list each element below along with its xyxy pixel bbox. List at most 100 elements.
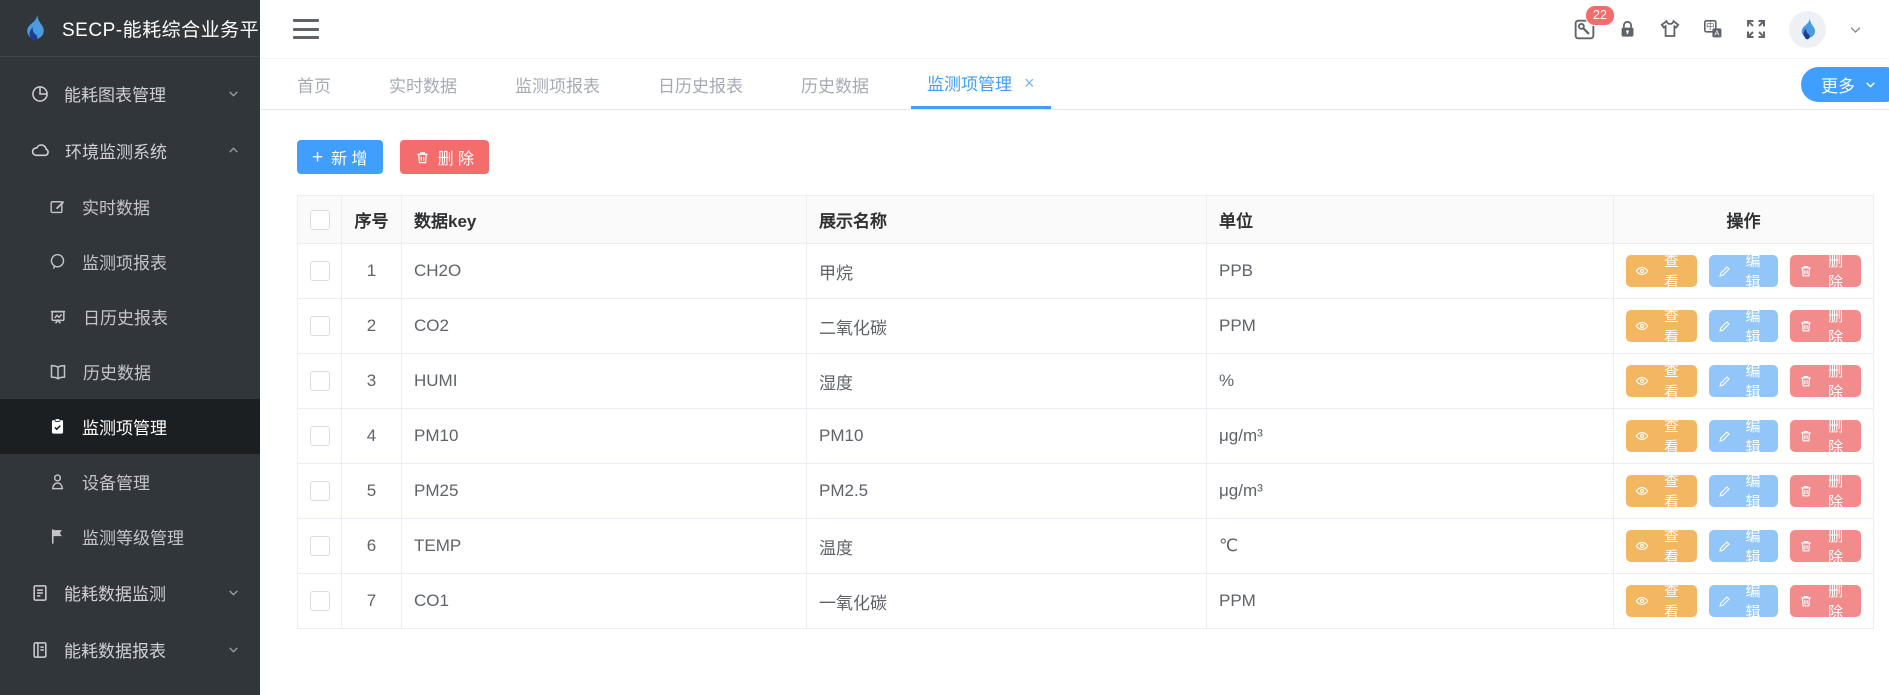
sidebar-item-realtime-data[interactable]: 实时数据 xyxy=(0,179,260,234)
cell-key: CH2O xyxy=(402,244,807,299)
row-actions: 查 看 编 辑 删 除 xyxy=(1626,310,1861,342)
sidebar-item-daily-history-report[interactable]: 日历史报表 xyxy=(0,289,260,344)
sidebar-item-label: 设备管理 xyxy=(82,469,150,494)
cell-unit: % xyxy=(1207,354,1614,409)
cell-index: 4 xyxy=(342,409,402,464)
edit-button[interactable]: 编 辑 xyxy=(1709,530,1779,562)
close-icon[interactable]: × xyxy=(1024,74,1035,92)
row-checkbox[interactable] xyxy=(310,426,330,446)
app-logo: SECP-能耗综合业务平台 xyxy=(0,0,260,57)
sidebar-item-monitor-level-management[interactable]: 监测等级管理 xyxy=(0,509,260,564)
row-delete-button[interactable]: 删 除 xyxy=(1790,255,1861,287)
view-button[interactable]: 查 看 xyxy=(1626,310,1697,342)
view-button[interactable]: 查 看 xyxy=(1626,475,1697,507)
pencil-icon xyxy=(1718,540,1731,553)
sidebar-group-environment-monitoring-system[interactable]: 环境监测系统 xyxy=(0,122,260,179)
edit-button[interactable]: 编 辑 xyxy=(1709,365,1779,397)
sidebar-item-monitor-item-report[interactable]: 监测项报表 xyxy=(0,234,260,289)
tab-daily-history-report[interactable]: 日历史报表 xyxy=(658,59,743,109)
column-header-unit: 单位 xyxy=(1207,196,1614,244)
top-bar: 22 中A xyxy=(260,0,1889,59)
sidebar-item-history-data[interactable]: 历史数据 xyxy=(0,344,260,399)
hamburger-menu-icon[interactable] xyxy=(293,19,319,39)
row-checkbox[interactable] xyxy=(310,316,330,336)
pie-chart-icon xyxy=(30,84,50,104)
sidebar-group-energy-data-report[interactable]: 能耗数据报表 xyxy=(0,621,260,678)
sidebar: SECP-能耗综合业务平台 能耗图表管理 环境监测系统 实时数据 xyxy=(0,0,260,695)
user-chevron-down-icon[interactable] xyxy=(1841,15,1869,43)
trash-icon xyxy=(415,150,430,165)
sidebar-item-label: 监测项报表 xyxy=(82,249,167,274)
edit-button[interactable]: 编 辑 xyxy=(1709,585,1779,617)
chevron-up-icon xyxy=(227,144,240,157)
view-button[interactable]: 查 看 xyxy=(1626,255,1697,287)
cell-name: 甲烷 xyxy=(807,244,1207,299)
row-checkbox[interactable] xyxy=(310,371,330,391)
row-delete-button[interactable]: 删 除 xyxy=(1790,475,1861,507)
view-button[interactable]: 查 看 xyxy=(1626,530,1697,562)
edit-button[interactable]: 编 辑 xyxy=(1709,310,1779,342)
sidebar-item-monitor-item-management[interactable]: 监测项管理 xyxy=(0,399,260,454)
comment-icon xyxy=(48,252,67,271)
fullscreen-icon[interactable] xyxy=(1742,15,1770,43)
user-icon xyxy=(48,472,67,491)
cell-index: 7 xyxy=(342,574,402,629)
table-row: 6 TEMP 温度 ℃ 查 看 编 辑 删 除 xyxy=(298,519,1874,574)
edit-button[interactable]: 编 辑 xyxy=(1709,255,1779,287)
plus-icon: + xyxy=(312,148,323,167)
row-checkbox[interactable] xyxy=(310,536,330,556)
delete-button[interactable]: 删 除 xyxy=(400,140,489,174)
cell-name: PM2.5 xyxy=(807,464,1207,519)
row-delete-button[interactable]: 删 除 xyxy=(1790,365,1861,397)
pencil-icon xyxy=(1718,485,1731,498)
avatar[interactable] xyxy=(1789,11,1826,48)
trash-icon xyxy=(1799,429,1813,443)
trash-icon xyxy=(1799,539,1813,553)
brand-flame-icon xyxy=(20,13,50,43)
pencil-icon xyxy=(1718,320,1731,333)
cell-key: PM25 xyxy=(402,464,807,519)
theme-shirt-icon[interactable] xyxy=(1656,15,1684,43)
view-button[interactable]: 查 看 xyxy=(1626,585,1697,617)
view-button[interactable]: 查 看 xyxy=(1626,420,1697,452)
tab-monitor-item-report[interactable]: 监测项报表 xyxy=(515,59,600,109)
sidebar-item-label: 实时数据 xyxy=(82,194,150,219)
sidebar-item-device-management[interactable]: 设备管理 xyxy=(0,454,260,509)
header-icon-group: 22 中A xyxy=(1570,11,1869,48)
row-checkbox[interactable] xyxy=(310,591,330,611)
tab-home[interactable]: 首页 xyxy=(297,59,331,109)
cell-key: PM10 xyxy=(402,409,807,464)
cell-unit: μg/m³ xyxy=(1207,409,1614,464)
translate-icon[interactable]: 中A xyxy=(1699,15,1727,43)
row-delete-button[interactable]: 删 除 xyxy=(1790,530,1861,562)
edit-button[interactable]: 编 辑 xyxy=(1709,475,1779,507)
tab-realtime-data[interactable]: 实时数据 xyxy=(389,59,457,109)
eye-icon xyxy=(1635,429,1649,443)
column-header-index: 序号 xyxy=(342,196,402,244)
sidebar-group-energy-chart-management[interactable]: 能耗图表管理 xyxy=(0,65,260,122)
tab-history-data[interactable]: 历史数据 xyxy=(801,59,869,109)
more-button[interactable]: 更多 xyxy=(1801,67,1889,102)
row-delete-button[interactable]: 删 除 xyxy=(1790,420,1861,452)
add-button[interactable]: + 新 增 xyxy=(297,140,383,174)
row-checkbox[interactable] xyxy=(310,261,330,281)
notification-badge: 22 xyxy=(1585,5,1615,26)
sidebar-group-energy-data-monitoring[interactable]: 能耗数据监测 xyxy=(0,564,260,621)
cell-index: 5 xyxy=(342,464,402,519)
eye-icon xyxy=(1635,594,1649,608)
sidebar-item-label: 监测等级管理 xyxy=(82,524,184,549)
document-icon xyxy=(30,583,50,603)
chevron-down-icon xyxy=(227,586,240,599)
lock-icon[interactable] xyxy=(1613,15,1641,43)
row-checkbox[interactable] xyxy=(310,481,330,501)
tool-square-icon[interactable]: 22 xyxy=(1570,15,1598,43)
pencil-icon xyxy=(1718,595,1731,608)
row-delete-button[interactable]: 删 除 xyxy=(1790,585,1861,617)
pencil-icon xyxy=(1718,265,1731,278)
select-all-checkbox[interactable] xyxy=(310,210,330,230)
tab-monitor-item-management[interactable]: 监测项管理 × xyxy=(911,59,1051,109)
view-button[interactable]: 查 看 xyxy=(1626,365,1697,397)
column-header-name: 展示名称 xyxy=(807,196,1207,244)
row-delete-button[interactable]: 删 除 xyxy=(1790,310,1861,342)
edit-button[interactable]: 编 辑 xyxy=(1709,420,1779,452)
